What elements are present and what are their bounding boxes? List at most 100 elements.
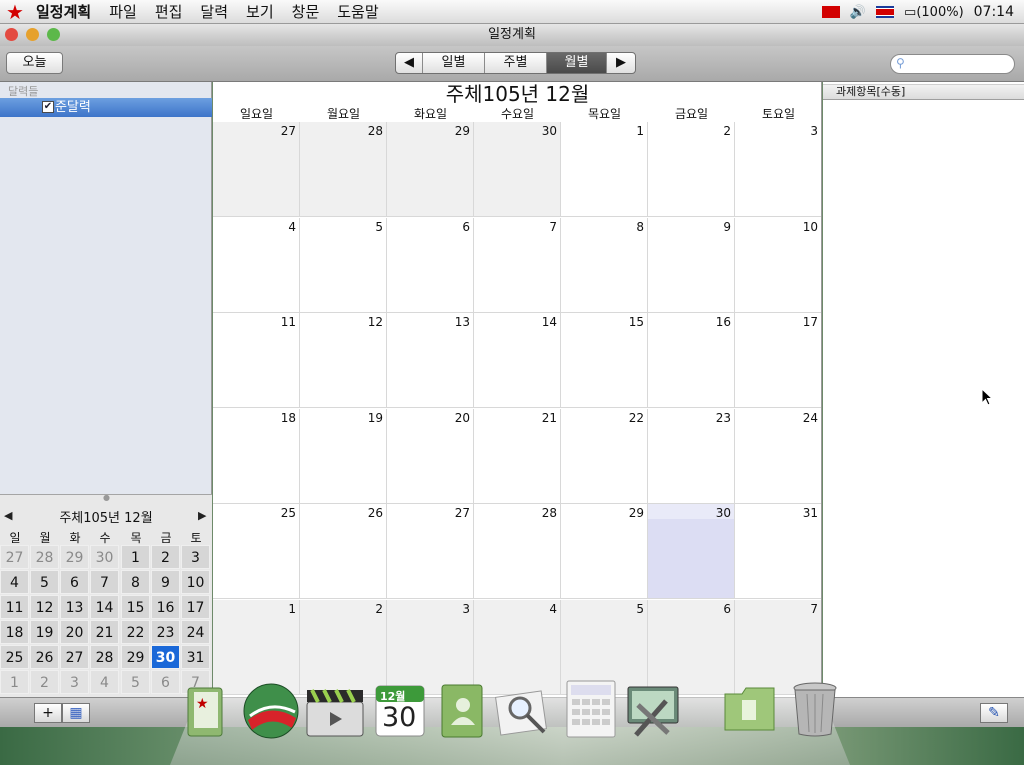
mini-calendar-day[interactable]: 24 xyxy=(181,620,210,644)
day-cell[interactable]: 3 xyxy=(735,122,821,217)
mini-calendar-day[interactable]: 15 xyxy=(121,595,150,619)
mini-calendar-day[interactable]: 16 xyxy=(151,595,180,619)
mini-calendar-day[interactable]: 2 xyxy=(30,670,59,694)
mini-calendar-day[interactable]: 27 xyxy=(60,645,89,669)
day-cell[interactable]: 21 xyxy=(474,408,561,504)
mini-calendar-day[interactable]: 25 xyxy=(0,645,29,669)
calendar-app-icon[interactable]: 12월 30 xyxy=(374,684,426,740)
video-clapper-icon[interactable] xyxy=(304,684,366,740)
day-cell[interactable]: 1 xyxy=(561,122,648,217)
day-cell[interactable]: 3 xyxy=(387,599,474,695)
menu-file[interactable]: 파일 xyxy=(100,0,146,24)
day-cell[interactable]: 28 xyxy=(474,504,561,599)
mini-calendar-day[interactable]: 12 xyxy=(30,595,59,619)
day-cell[interactable]: 15 xyxy=(561,313,648,408)
today-button[interactable]: 오늘 xyxy=(6,52,63,74)
mini-calendar-day[interactable]: 28 xyxy=(90,645,119,669)
tab-month[interactable]: 월별 xyxy=(547,53,607,73)
day-cell[interactable]: 9 xyxy=(648,217,735,313)
day-cell[interactable]: 17 xyxy=(735,313,821,408)
day-cell[interactable]: 5 xyxy=(300,217,387,313)
day-cell[interactable]: 29 xyxy=(387,122,474,217)
mini-calendar-day[interactable]: 22 xyxy=(121,620,150,644)
mini-calendar-day[interactable]: 2 xyxy=(151,545,180,569)
day-cell[interactable]: 31 xyxy=(735,504,821,599)
day-cell[interactable]: 27 xyxy=(213,122,300,217)
mini-calendar-day[interactable]: 29 xyxy=(60,545,89,569)
notes-app-icon[interactable]: ★ xyxy=(182,684,232,740)
address-book-icon[interactable] xyxy=(436,683,488,739)
mini-calendar-day[interactable]: 6 xyxy=(151,670,180,694)
pin-tasks-icon[interactable]: ✎ xyxy=(980,703,1008,723)
day-cell[interactable]: 16 xyxy=(648,313,735,408)
day-cell[interactable]: 22 xyxy=(561,408,648,504)
menu-calendar[interactable]: 달력 xyxy=(191,0,237,24)
day-cell[interactable]: 4 xyxy=(474,599,561,695)
mini-calendar-day[interactable]: 20 xyxy=(60,620,89,644)
mini-calendar-day[interactable]: 30 xyxy=(90,545,119,569)
day-cell[interactable]: 27 xyxy=(387,504,474,599)
zoom-window-icon[interactable] xyxy=(47,28,60,41)
mini-calendar-day[interactable]: 17 xyxy=(181,595,210,619)
flag-status-icon[interactable] xyxy=(821,6,840,18)
menu-edit[interactable]: 편집 xyxy=(146,0,192,24)
mini-calendar-day[interactable]: 4 xyxy=(90,670,119,694)
day-cell[interactable]: 20 xyxy=(387,408,474,504)
day-cell[interactable]: 6 xyxy=(387,217,474,313)
mini-calendar-day[interactable]: 31 xyxy=(181,645,210,669)
day-cell[interactable]: 4 xyxy=(213,217,300,313)
mini-calendar-day[interactable]: 10 xyxy=(181,570,210,594)
day-cell[interactable]: 23 xyxy=(648,408,735,504)
mini-calendar-day[interactable]: 7 xyxy=(90,570,119,594)
documents-folder-icon[interactable] xyxy=(722,684,778,734)
day-cell[interactable]: 6 xyxy=(648,599,735,695)
today-day-cell[interactable]: 30 xyxy=(648,504,735,599)
day-cell[interactable]: 14 xyxy=(474,313,561,408)
close-window-icon[interactable] xyxy=(5,28,18,41)
mini-calendar-day[interactable]: 13 xyxy=(60,595,89,619)
mini-calendar-day[interactable]: 3 xyxy=(60,670,89,694)
mini-calendar-day[interactable]: 1 xyxy=(121,545,150,569)
day-cell[interactable]: 29 xyxy=(561,504,648,599)
tab-day[interactable]: 일별 xyxy=(423,53,485,73)
mini-calendar-day[interactable]: 26 xyxy=(30,645,59,669)
mini-calendar-day[interactable]: 4 xyxy=(0,570,29,594)
mini-calendar-day[interactable]: 9 xyxy=(151,570,180,594)
keyboard-layout-flag-icon[interactable] xyxy=(876,6,895,18)
mini-calendar-day[interactable]: 21 xyxy=(90,620,119,644)
menu-app-name[interactable]: 일정계획 xyxy=(30,0,100,24)
day-cell[interactable]: 2 xyxy=(300,599,387,695)
volume-icon[interactable]: 🔊 xyxy=(850,5,866,20)
add-calendar-icon[interactable]: + xyxy=(34,703,62,723)
mini-calendar-day[interactable]: 23 xyxy=(151,620,180,644)
resize-grip-icon[interactable]: ● xyxy=(103,493,110,502)
show-mini-calendar-icon[interactable]: ▦ xyxy=(62,703,90,723)
day-cell[interactable]: 26 xyxy=(300,504,387,599)
day-cell[interactable]: 7 xyxy=(474,217,561,313)
day-cell[interactable]: 12 xyxy=(300,313,387,408)
calendar-item-standard[interactable]: ✔ 표준달력 xyxy=(0,98,212,117)
day-cell[interactable]: 10 xyxy=(735,217,821,313)
mini-calendar-day[interactable]: 19 xyxy=(30,620,59,644)
tasks-column-header[interactable]: 과제항목[수동] xyxy=(823,84,1024,100)
mini-calendar-day[interactable]: 27 xyxy=(0,545,29,569)
next-arrow-icon[interactable]: ▶ xyxy=(607,53,635,73)
day-cell[interactable]: 24 xyxy=(735,408,821,504)
day-cell[interactable]: 8 xyxy=(561,217,648,313)
mini-calendar-day[interactable]: 1 xyxy=(0,670,29,694)
day-cell[interactable]: 18 xyxy=(213,408,300,504)
mini-next-month-icon[interactable]: ▶ xyxy=(198,509,206,522)
mini-calendar-day[interactable]: 14 xyxy=(90,595,119,619)
mini-calendar-day[interactable]: 18 xyxy=(0,620,29,644)
day-cell[interactable]: 1 xyxy=(213,599,300,695)
battery-status[interactable]: ▭(100%) xyxy=(904,5,964,20)
search-input[interactable]: ⚲ xyxy=(890,54,1015,74)
calculator-icon[interactable] xyxy=(563,679,619,739)
day-cell[interactable]: 2 xyxy=(648,122,735,217)
tab-week[interactable]: 주별 xyxy=(485,53,547,73)
mini-calendar-day[interactable]: 8 xyxy=(121,570,150,594)
minimize-window-icon[interactable] xyxy=(26,28,39,41)
mini-calendar-day[interactable]: 11 xyxy=(0,595,29,619)
day-cell[interactable]: 28 xyxy=(300,122,387,217)
mini-calendar-day[interactable]: 28 xyxy=(30,545,59,569)
